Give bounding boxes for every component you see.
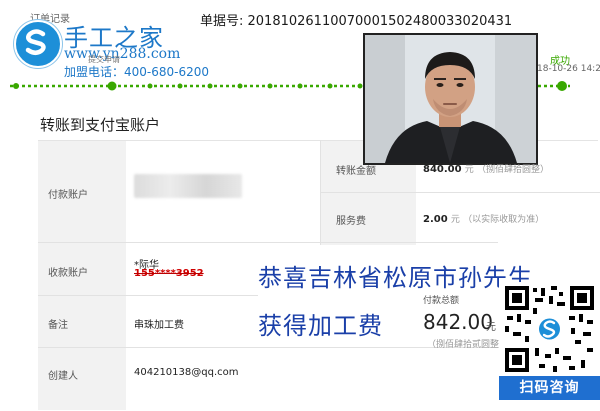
promo-subline: 获得加工费 [258,312,383,340]
total-hint: （捌佰肆拾贰圆整） [427,340,509,350]
service-fee-row: 2.00 元 （以实际收取为准） [423,212,544,225]
row-divider [320,192,600,193]
payee-account: 155****3952 [134,268,204,279]
brand-phone: 加盟电话：400-680-6200 [64,65,210,79]
remark-label: 备注 [48,320,68,331]
transfer-amount-unit: 元 [464,165,474,175]
order-number: 单据号: 20181026110070001502480033020431 [200,14,513,29]
row-divider [38,242,498,243]
service-fee-unit: 元 [450,215,460,225]
service-fee-hint: （以实际收取为准） [463,215,545,225]
total-value: 842.00 [423,310,493,334]
transfer-amount-hint: （捌佰肆拾圆整） [476,165,549,175]
creator-value: 404210138@qq.com [134,367,239,378]
payer-account-redacted [134,174,242,198]
progress-step-submit: 提交申请 [88,55,120,64]
s-logo-icon [14,20,58,64]
success-timestamp: 18-10-26 14:29 [537,64,600,74]
service-fee-label: 服务费 [336,216,366,227]
payer-label: 付款账户 [48,190,88,201]
remark-value: 串珠加工费 [134,320,184,331]
service-fee-value: 2.00 [423,214,448,225]
page-title: 转账到支付宝账户 [40,116,161,134]
total-unit: 元 [486,322,496,333]
col-divider [320,140,321,245]
row-divider [38,295,258,296]
transfer-amount-row: 840.00 元 （捌佰肆拾圆整） [423,162,549,175]
brand-url: www.yn288.com [64,46,181,62]
person-photo [363,33,538,165]
transfer-amount-value: 840.00 [423,164,462,175]
promo-headline: 恭喜吉林省松原市孙先生 [258,264,533,292]
total-label: 付款总额 [423,296,460,306]
payee-label: 收款账户 [48,268,88,279]
qr-caption[interactable]: 扫码咨询 [499,376,600,400]
creator-label: 创建人 [48,371,78,382]
transfer-amount-label: 转账金额 [336,166,376,177]
